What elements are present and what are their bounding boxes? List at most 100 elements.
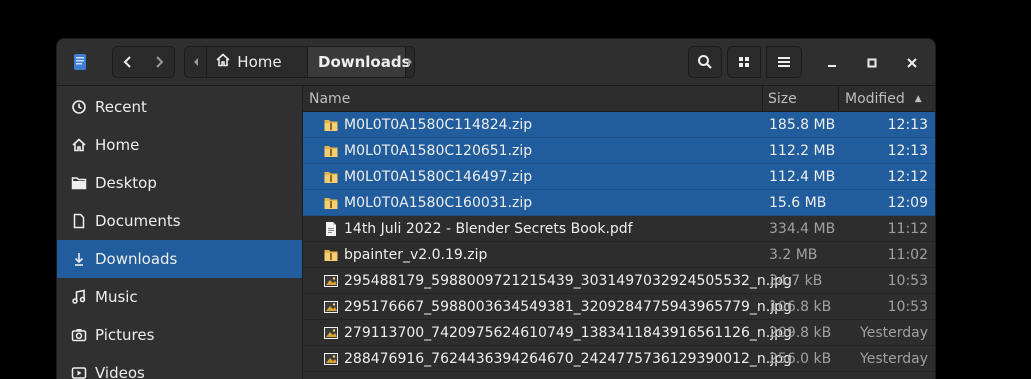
triangle-right-icon (408, 58, 412, 66)
path-current-button[interactable]: Downloads (308, 47, 411, 77)
list-header: Name Size Modified ▲ (303, 86, 935, 112)
file-size: 112.2 MB (769, 143, 836, 159)
file-row[interactable]: 295488179_5988009721215439_3031497032924… (303, 268, 935, 294)
sidebar-item-music[interactable]: Music (57, 278, 302, 316)
file-name: M0L0T0A1580C114824.zip (344, 117, 533, 133)
sidebar-item-desktop[interactable]: Desktop (57, 164, 302, 202)
file-modified: 12:13 (887, 117, 928, 133)
file-size: 15.6 MB (769, 195, 827, 211)
file-modified: 11:02 (887, 247, 928, 263)
file-name: 295488179_5988009721215439_3031497032924… (344, 273, 792, 289)
minimize-icon (827, 53, 837, 72)
file-size: 185.8 MB (769, 117, 836, 133)
grid-icon (738, 56, 750, 68)
file-name: M0L0T0A1580C160031.zip (344, 195, 533, 211)
menu-button[interactable] (766, 46, 802, 78)
document-icon (71, 213, 87, 229)
search-button[interactable] (688, 46, 722, 78)
file-name: 295176667_5988003634549381_3209284775943… (344, 299, 792, 315)
search-icon (697, 54, 713, 70)
sidebar-item-pictures[interactable]: Pictures (57, 316, 302, 354)
file-row[interactable]: 279113700_7420975624610749_1383411843916… (303, 320, 935, 346)
image-icon (323, 351, 339, 367)
archive-icon (323, 169, 339, 185)
file-name: 279113700_7420975624610749_1383411843916… (344, 325, 792, 341)
maximize-icon (867, 53, 877, 72)
file-modified: 10:53 (887, 273, 928, 289)
file-row[interactable]: 14th Juli 2022 - Blender Secrets Book.pd… (303, 216, 935, 242)
archive-icon (323, 195, 339, 211)
sidebar-item-recent[interactable]: Recent (57, 88, 302, 126)
file-row[interactable]: M0L0T0A1580C114824.zip 185.8 MB 12:13 (303, 112, 935, 138)
home-icon (215, 52, 231, 72)
file-modified: 12:09 (887, 195, 928, 211)
sidebar-item-label: Home (95, 136, 140, 154)
sidebar-item-label: Pictures (95, 326, 155, 344)
close-button[interactable] (898, 48, 926, 76)
sort-ascending-icon: ▲ (914, 93, 922, 104)
file-modified: Yesterday (860, 351, 928, 367)
triangle-left-icon (193, 58, 198, 66)
chevron-left-icon (121, 55, 135, 69)
chevron-right-icon (152, 55, 166, 69)
file-modified: 12:12 (887, 169, 928, 185)
file-modified: 12:13 (887, 143, 928, 159)
sidebar-item-label: Desktop (95, 174, 157, 192)
column-header-size[interactable]: Size (763, 86, 839, 111)
folder-icon (71, 175, 87, 191)
camera-icon (71, 327, 87, 343)
file-row[interactable]: M0L0T0A1580C120651.zip 112.2 MB 12:13 (303, 138, 935, 164)
sidebar-item-videos[interactable]: Videos (57, 354, 302, 379)
file-row[interactable]: M0L0T0A1580C146497.zip 112.4 MB 12:12 (303, 164, 935, 190)
column-header-modified-label: Modified (845, 90, 905, 107)
forward-button[interactable] (143, 46, 175, 78)
file-row[interactable]: 295176667_5988003634549381_3209284775943… (303, 294, 935, 320)
file-name: 288476916_7624436394264670_2424775736129… (344, 351, 792, 367)
sidebar-item-home[interactable]: Home (57, 126, 302, 164)
sidebar-item-label: Recent (95, 98, 147, 116)
places-sidebar: Recent Home Desktop Documents Downloads (57, 86, 303, 379)
file-size: 34.7 kB (769, 273, 823, 289)
file-size: 3.2 MB (769, 247, 818, 263)
app-icon (71, 53, 89, 71)
archive-icon (323, 247, 339, 263)
path-home-label: Home (237, 53, 282, 71)
sidebar-item-label: Music (95, 288, 138, 306)
file-modified: Yesterday (860, 325, 928, 341)
image-icon (323, 325, 339, 341)
file-size: 256.0 kB (769, 351, 832, 367)
column-header-name-label: Name (309, 90, 351, 107)
path-current-label: Downloads (318, 53, 411, 71)
archive-icon (323, 117, 339, 133)
file-size: 106.8 kB (769, 299, 832, 315)
path-home-button[interactable]: Home (207, 47, 308, 77)
file-modified: 10:53 (887, 299, 928, 315)
download-icon (71, 251, 87, 267)
document-icon (323, 221, 339, 237)
image-icon (323, 273, 339, 289)
file-row[interactable]: 288476916_7624436394264670_2424775736129… (303, 346, 935, 372)
sidebar-item-documents[interactable]: Documents (57, 202, 302, 240)
maximize-button[interactable] (858, 48, 886, 76)
clock-icon (71, 99, 87, 115)
archive-icon (323, 143, 339, 159)
file-name: bpainter_v2.0.19.zip (344, 247, 488, 263)
grid-view-button[interactable] (727, 46, 761, 78)
column-header-modified[interactable]: Modified ▲ (839, 86, 935, 111)
file-row[interactable]: bpainter_v2.0.19.zip 3.2 MB 11:02 (303, 242, 935, 268)
column-header-name[interactable]: Name (303, 86, 763, 111)
file-row[interactable]: M0L0T0A1580C160031.zip 15.6 MB 12:09 (303, 190, 935, 216)
video-icon (71, 365, 87, 379)
file-modified: 11:12 (887, 221, 928, 237)
file-name: M0L0T0A1580C146497.zip (344, 169, 533, 185)
header-bar: Home Downloads (57, 39, 935, 86)
music-icon (71, 289, 87, 305)
back-button[interactable] (112, 46, 144, 78)
minimize-button[interactable] (818, 48, 846, 76)
path-scroll-left-button[interactable] (185, 47, 208, 77)
file-size: 209.8 kB (769, 325, 832, 341)
image-icon (323, 299, 339, 315)
file-manager-window: Home Downloads Recent Home Desktop Docum… (57, 39, 935, 379)
path-scroll-right-button[interactable] (406, 47, 414, 77)
sidebar-item-downloads[interactable]: Downloads (57, 240, 302, 278)
